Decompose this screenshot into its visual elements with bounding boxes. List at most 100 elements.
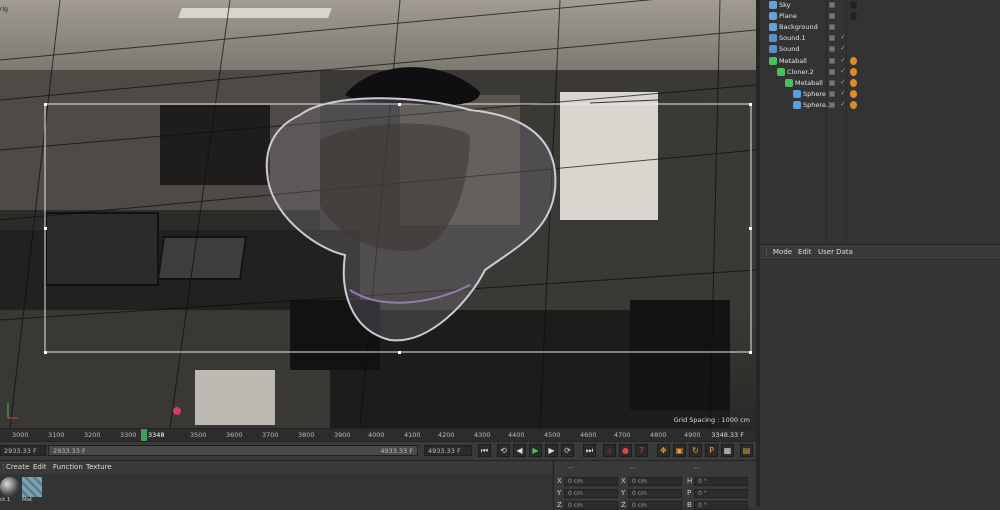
frame-handle[interactable] [44, 351, 47, 354]
object-tag-icon[interactable] [850, 101, 857, 109]
object-name[interactable]: Cloner.2 [787, 68, 814, 76]
visibility-toggle[interactable] [829, 58, 835, 64]
object-type-icon [769, 1, 777, 9]
visibility-toggle[interactable] [829, 80, 835, 86]
coord-value-field[interactable]: 0 cm [564, 477, 618, 486]
enabled-check-icon[interactable]: ✓ [840, 100, 846, 108]
material-swatch[interactable]: ct.1 [0, 477, 22, 507]
object-name[interactable]: Sound.1 [779, 34, 806, 42]
enabled-check-icon[interactable]: ✓ [840, 89, 846, 97]
enabled-check-icon[interactable]: ✓ [840, 78, 846, 86]
move-keys-icon[interactable]: ✥ [657, 444, 670, 457]
frame-handle[interactable] [44, 227, 47, 230]
menu-function[interactable]: Function [53, 463, 83, 471]
step-forward-button[interactable]: ▶ [545, 444, 558, 457]
autokey-button[interactable]: ? [635, 444, 648, 457]
visibility-toggle[interactable] [829, 46, 835, 52]
object-row[interactable]: Sky [760, 0, 1000, 11]
enabled-check-icon[interactable]: ✓ [840, 33, 846, 41]
attr-menu-user-data[interactable]: User Data [818, 248, 853, 256]
next-keyframe-button[interactable]: ⟳ [561, 444, 574, 457]
preview-range-slider[interactable]: 2933.33 F 4933.33 F [48, 445, 418, 456]
object-type-icon [769, 34, 777, 42]
play-button[interactable]: ▶ [529, 444, 542, 457]
object-row[interactable]: Sphere.2 ✓ [760, 100, 1000, 111]
start-frame-field[interactable]: 2933.33 F [0, 445, 46, 456]
visibility-toggle[interactable] [829, 91, 835, 97]
frame-handle[interactable] [398, 351, 401, 354]
object-row[interactable]: Metaball ✓ [760, 56, 1000, 67]
3d-viewport[interactable]: rlg Grid Spacing : 1000 cm [0, 0, 756, 428]
object-row[interactable]: Sphere ✓ [760, 89, 1000, 100]
coord-value-field[interactable]: 0 cm [628, 477, 682, 486]
object-tag-icon[interactable] [850, 90, 857, 98]
playhead-marker[interactable] [141, 429, 147, 441]
object-row[interactable]: Background [760, 22, 1000, 33]
grid-keys-icon[interactable]: ▦ [721, 444, 734, 457]
attr-menu-mode[interactable]: Mode [773, 248, 792, 256]
enabled-check-icon[interactable]: ✓ [840, 56, 846, 64]
timeline-tick-label: 3100 [48, 431, 65, 439]
visibility-toggle[interactable] [829, 35, 835, 41]
object-row[interactable]: Metaball ✓ [760, 78, 1000, 89]
frame-handle[interactable] [44, 103, 47, 106]
object-tag-icon[interactable] [850, 79, 857, 87]
object-name[interactable]: Sound [779, 45, 799, 53]
object-type-icon [785, 79, 793, 87]
transport-bar: 2933.33 F 2933.33 F 4933.33 F 4933.33 F … [0, 441, 756, 460]
object-name[interactable]: Sky [779, 1, 791, 9]
end-frame-field[interactable]: 4933.33 F [424, 445, 472, 456]
object-name[interactable]: Sphere.2 [803, 101, 832, 109]
object-row[interactable]: Plane [760, 11, 1000, 22]
object-type-icon [769, 57, 777, 65]
timeline-tick-label: 3500 [190, 431, 207, 439]
visibility-toggle[interactable] [829, 69, 835, 75]
menu-texture[interactable]: Texture [86, 463, 112, 471]
object-tag-icon[interactable] [850, 68, 857, 76]
attr-menu-edit[interactable]: Edit [798, 248, 812, 256]
step-back-button[interactable]: ◀ [513, 444, 526, 457]
timeline-ruler[interactable]: 3000 3100 3200 3300 3348 3500 3600 3700 3800 3900… [0, 428, 756, 441]
object-name[interactable]: Plane [779, 12, 797, 20]
frame-handle[interactable] [749, 351, 752, 354]
coord-value-field[interactable]: 0 ° [694, 477, 748, 486]
visibility-toggle[interactable] [829, 2, 835, 8]
origin-marker [173, 407, 181, 415]
scale-keys-icon[interactable]: ▣ [673, 444, 686, 457]
object-row[interactable]: Sound ✓ [760, 44, 1000, 55]
object-tag-icon[interactable] [850, 57, 857, 65]
menu-edit[interactable]: Edit [33, 463, 47, 471]
visibility-toggle[interactable] [829, 102, 835, 108]
object-tag-icon[interactable] [850, 12, 857, 20]
rotate-keys-icon[interactable]: ↻ [689, 444, 702, 457]
coord-value-field[interactable]: 0 ° [694, 489, 748, 498]
frame-handle[interactable] [749, 227, 752, 230]
frame-handle[interactable] [398, 103, 401, 106]
visibility-toggle[interactable] [829, 24, 835, 30]
coord-axis-label: Z [557, 501, 562, 509]
object-name[interactable]: Sphere [803, 90, 826, 98]
go-to-end-button[interactable]: ⏭ [583, 444, 596, 457]
object-row[interactable]: Sound.1 ✓ [760, 33, 1000, 44]
object-name[interactable]: Metaball [795, 79, 823, 87]
coordinates-panel: -- -- -- X0 cm X 0 cm H 0 ° Y 0 cm Y 0 cm P 0 ° Z 0 … [553, 460, 757, 510]
record-disabled-icon[interactable]: ⦸ [603, 444, 616, 457]
param-keys-icon[interactable]: P [705, 444, 718, 457]
menu-create[interactable]: Create [6, 463, 29, 471]
object-name[interactable]: Metaball [779, 57, 807, 65]
object-row[interactable]: Cloner.2 ✓ [760, 67, 1000, 78]
timeline-tick-label: 4700 [614, 431, 631, 439]
object-tag-icon[interactable] [850, 1, 857, 9]
record-button[interactable]: ● [619, 444, 632, 457]
visibility-toggle[interactable] [829, 13, 835, 19]
material-swatch[interactable]: Mat [22, 477, 44, 507]
object-name[interactable]: Background [779, 23, 818, 31]
enabled-check-icon[interactable]: ✓ [840, 67, 846, 75]
prev-keyframe-button[interactable]: ⟲ [497, 444, 510, 457]
timeline-window-icon[interactable]: ▤ [740, 444, 753, 457]
coord-value-field[interactable]: 0 cm [628, 489, 682, 498]
coord-value-field[interactable]: 0 cm [564, 489, 618, 498]
go-to-start-button[interactable]: ⏮ [478, 444, 491, 457]
frame-handle[interactable] [749, 103, 752, 106]
enabled-check-icon[interactable]: ✓ [840, 44, 846, 52]
